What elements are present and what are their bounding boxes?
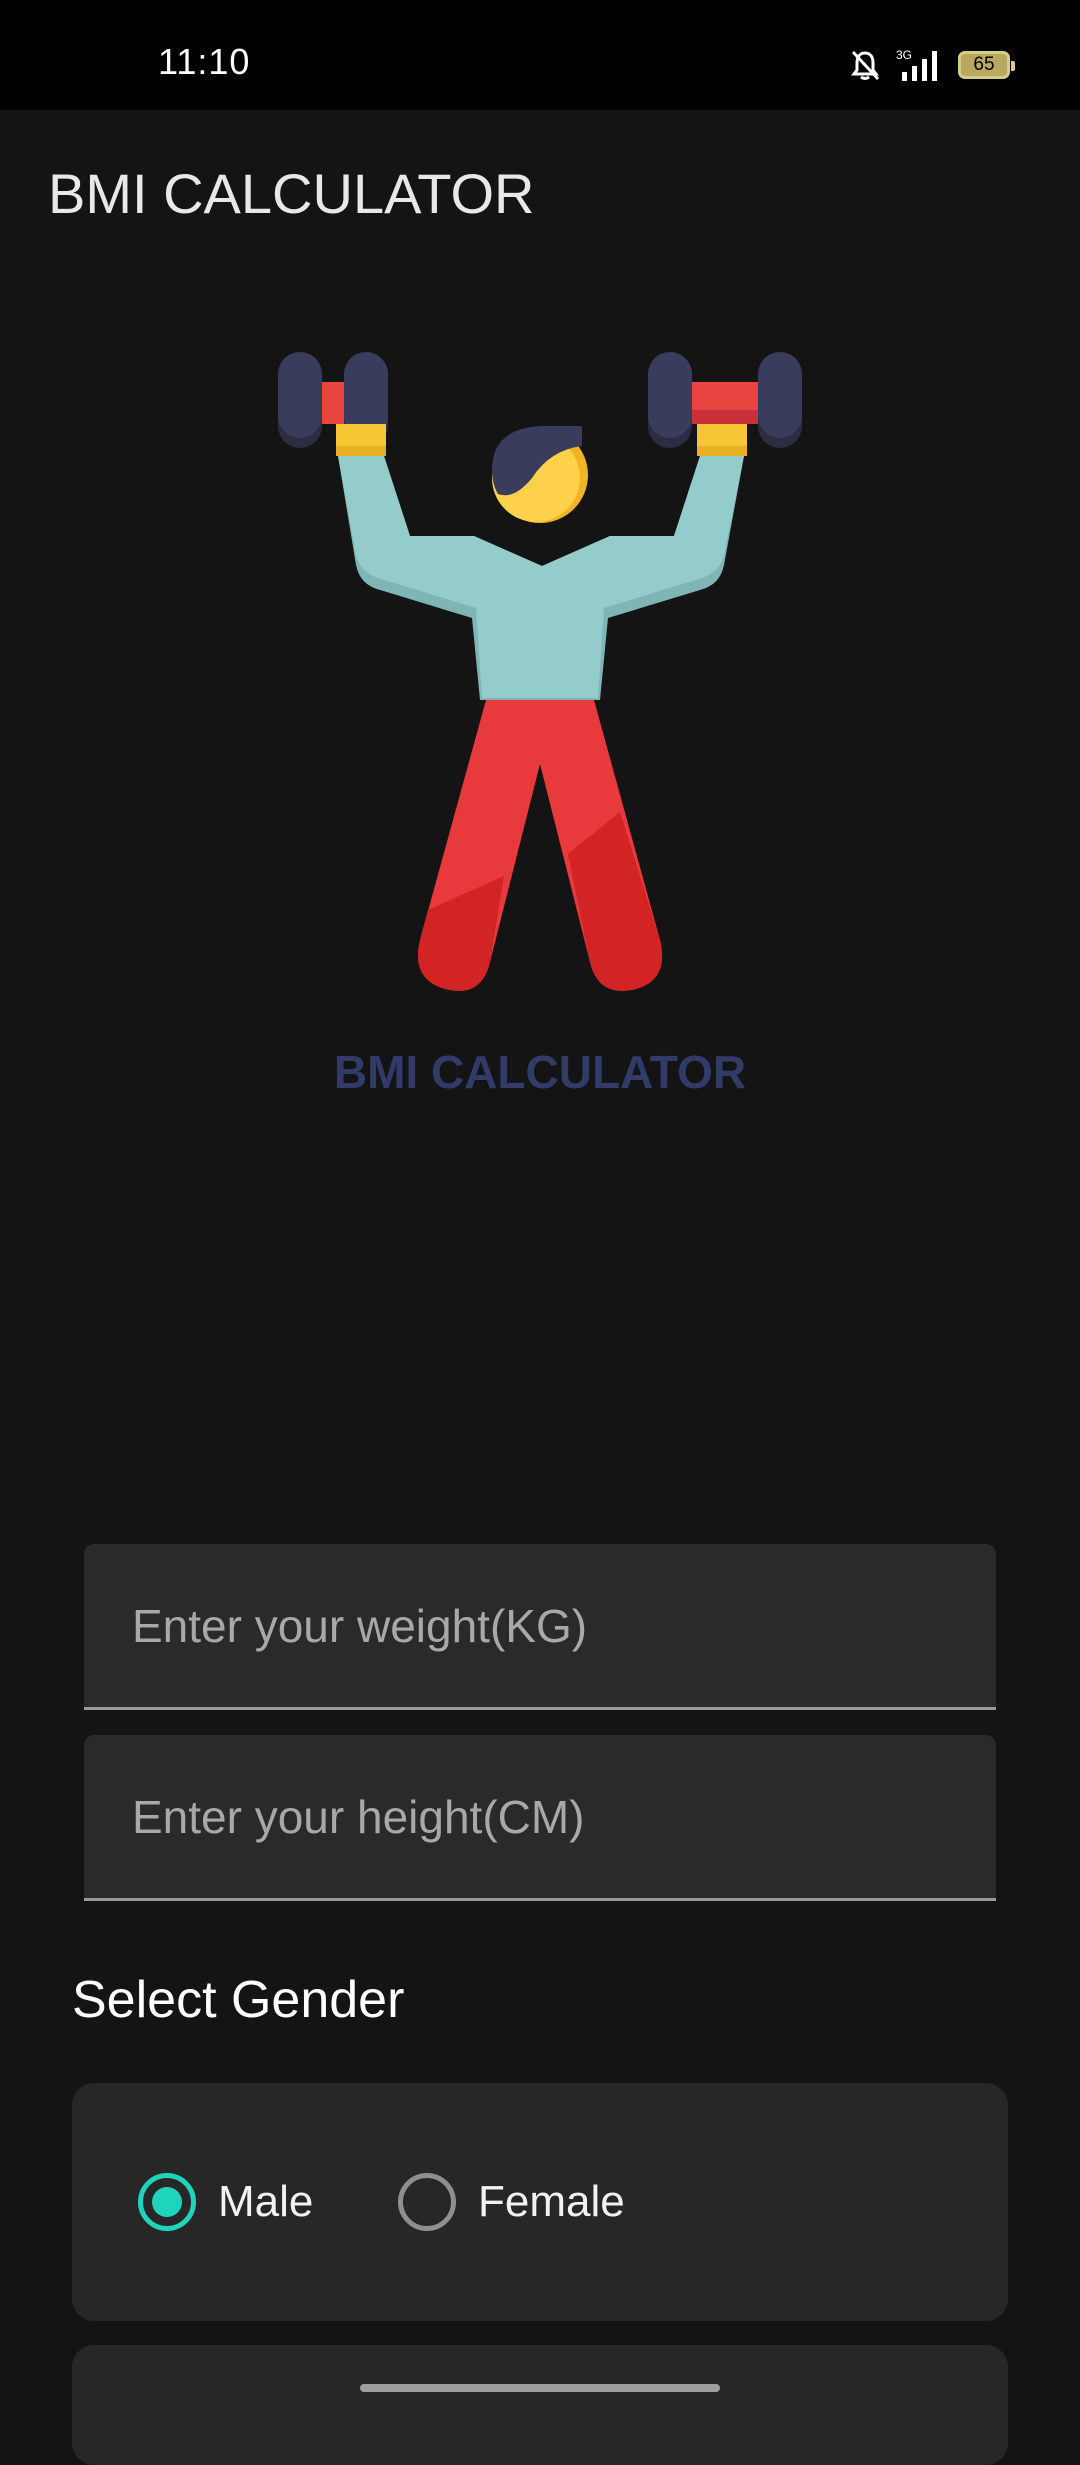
network-type: 3G <box>896 48 912 62</box>
status-time: 11:10 <box>158 41 251 82</box>
battery-level: 65 <box>973 54 995 75</box>
battery-icon: 65 <box>958 51 1015 79</box>
weightlifter-icon <box>260 350 820 1000</box>
home-indicator[interactable] <box>360 2384 720 2392</box>
status-icons: 3G 65 <box>850 48 1015 82</box>
weight-field[interactable] <box>84 1544 996 1710</box>
app-title: BMI CALCULATOR <box>48 162 535 225</box>
signal-icon: 3G <box>896 48 942 82</box>
bell-off-icon <box>850 49 880 81</box>
gender-card: Male Female <box>72 2083 1008 2321</box>
weight-input[interactable] <box>84 1544 996 1707</box>
gender-label-female: Female <box>478 2177 625 2226</box>
radio-button-male[interactable] <box>138 2173 196 2231</box>
select-gender-title: Select Gender <box>72 1971 405 2029</box>
radio-button-female[interactable] <box>398 2173 456 2231</box>
status-bar: 11:10 3G 65 <box>0 0 1080 110</box>
hero-label: BMI CALCULATOR <box>333 1046 747 1098</box>
gender-option-male[interactable]: Male <box>138 2083 313 2321</box>
gender-label-male: Male <box>218 2177 314 2226</box>
gender-option-female[interactable]: Female <box>398 2083 625 2321</box>
height-field[interactable] <box>84 1735 996 1901</box>
height-input[interactable] <box>84 1735 996 1898</box>
next-card <box>72 2345 1008 2465</box>
